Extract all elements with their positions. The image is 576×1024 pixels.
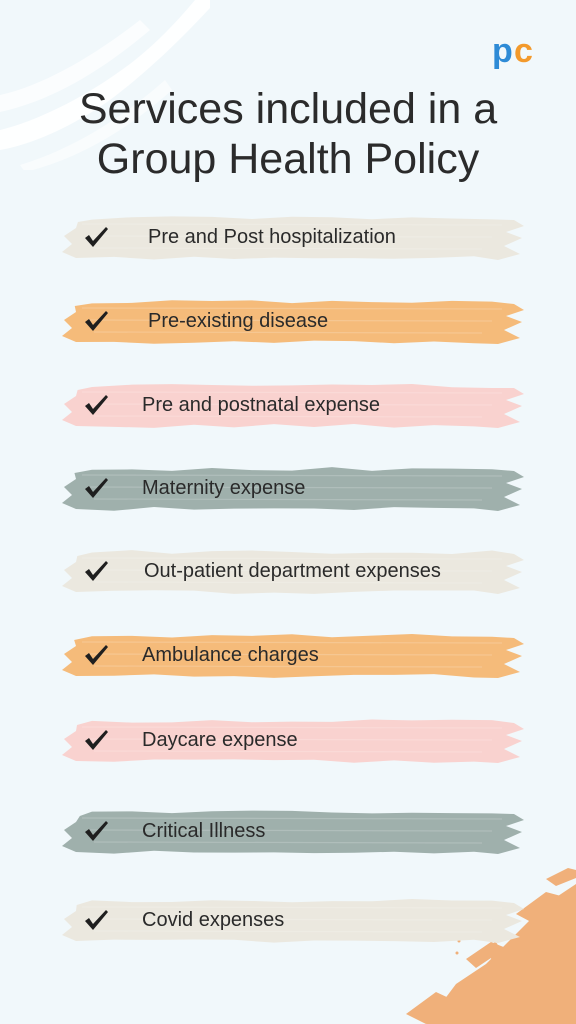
title-line-2: Group Health Policy (96, 135, 480, 183)
service-item: Pre-existing disease (62, 292, 524, 352)
service-item: Out-patient department expenses (62, 542, 524, 602)
service-label: Daycare expense (142, 729, 298, 751)
service-item: Daycare expense (62, 711, 524, 771)
check-icon (85, 645, 108, 665)
check-icon (85, 730, 108, 750)
service-label: Pre-existing disease (148, 310, 329, 332)
service-label: Covid expenses (142, 909, 285, 931)
brush-stroke-background (62, 810, 524, 854)
service-label: Pre and postnatal expense (142, 394, 380, 416)
service-label: Critical Illness (142, 820, 266, 842)
service-item: Covid expenses (62, 891, 524, 951)
check-icon (85, 311, 108, 331)
logo-letter-p: p (492, 34, 513, 70)
service-label: Pre and Post hospitalization (148, 226, 396, 248)
check-icon (85, 227, 108, 247)
service-label: Maternity expense (142, 477, 306, 499)
page-title: Services included in a Group Health Poli… (0, 84, 576, 184)
logo-letter-c: c (514, 34, 533, 70)
title-line-1: Services included in a (78, 85, 498, 133)
brush-stroke-background (62, 899, 524, 943)
service-item: Critical Illness (62, 802, 524, 862)
service-item: Maternity expense (62, 459, 524, 519)
service-label: Out-patient department expenses (144, 560, 441, 582)
service-label: Ambulance charges (142, 644, 319, 666)
check-icon (85, 478, 108, 498)
pc-logo: p c (492, 34, 533, 70)
service-item: Ambulance charges (62, 626, 524, 686)
check-icon (85, 821, 108, 841)
service-item: Pre and Post hospitalization (62, 208, 524, 268)
check-icon (85, 910, 108, 930)
check-icon (85, 395, 108, 415)
service-item: Pre and postnatal expense (62, 376, 524, 436)
check-icon (85, 561, 108, 581)
